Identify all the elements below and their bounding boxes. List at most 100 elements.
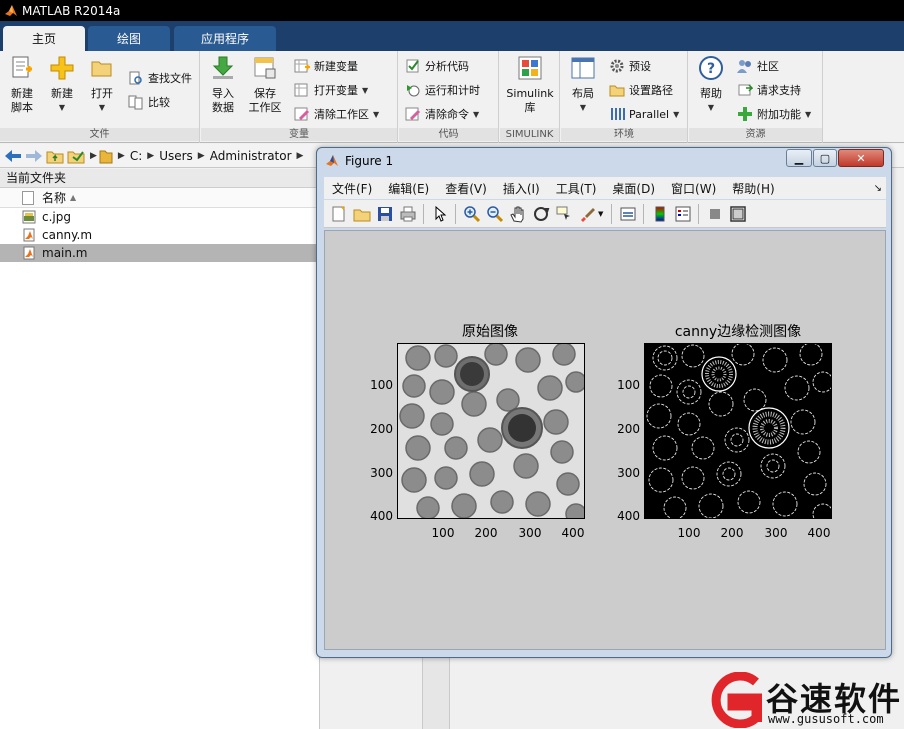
toolbar-separator <box>455 203 456 224</box>
rotate-3d-icon[interactable] <box>532 205 550 223</box>
maximize-button[interactable]: ▢ <box>813 149 837 167</box>
ribbon: 新建 脚本 新建 ▼ 打开 ▼ 查找文件 比较 文件 导入 数据 保存 工作区 … <box>0 51 904 143</box>
new-variable-button[interactable]: 新建变量 <box>294 56 358 76</box>
close-button[interactable]: ✕ <box>838 149 884 167</box>
clear-commands-button[interactable]: 清除命令 ▼ <box>405 104 479 124</box>
analyze-code-icon <box>406 59 419 73</box>
clear-workspace-label: 清除工作区 <box>314 108 369 121</box>
clear-workspace-caret: ▼ <box>373 109 380 119</box>
layout-button[interactable]: 布局 ▼ <box>563 55 603 115</box>
colorbar-icon[interactable] <box>651 205 669 223</box>
tab-apps[interactable]: 应用程序 <box>174 26 276 51</box>
find-files-button[interactable]: 查找文件 <box>128 68 192 88</box>
axes-1-original-image[interactable] <box>397 343 585 519</box>
open-file-icon[interactable] <box>353 205 371 223</box>
resources-group-label: 资源 <box>689 128 822 141</box>
brush-dropdown-caret[interactable]: ▼ <box>598 210 603 218</box>
open-button[interactable]: 打开 ▼ <box>82 55 122 115</box>
matlab-logo-icon <box>326 154 338 166</box>
simulink-library-button[interactable]: Simulink 库 <box>504 55 556 115</box>
save-icon[interactable] <box>376 205 394 223</box>
figure-title: Figure 1 <box>345 153 394 168</box>
back-arrow-icon[interactable] <box>4 148 22 164</box>
analyze-code-button[interactable]: 分析代码 <box>405 56 469 76</box>
clear-workspace-button[interactable]: 清除工作区 ▼ <box>294 104 379 124</box>
menu-view[interactable]: 查看(V) <box>445 180 487 197</box>
tab-home[interactable]: 主页 <box>3 26 85 51</box>
breadcrumb-users[interactable]: Users <box>159 149 193 163</box>
breadcrumb-drive[interactable]: C: <box>130 149 142 163</box>
new-figure-icon[interactable] <box>330 205 348 223</box>
axes-2-xtick: 300 <box>764 526 788 540</box>
save-workspace-button[interactable]: 保存 工作区 <box>245 55 285 115</box>
file-row-canny-m[interactable]: canny.m <box>0 226 319 244</box>
menu-help[interactable]: 帮助(H) <box>732 180 774 197</box>
file-row-main-m[interactable]: main.m <box>0 244 319 262</box>
name-column-header[interactable]: 名称 ▲ <box>0 188 319 208</box>
show-plot-tools-icon[interactable] <box>729 205 747 223</box>
axes-2-xtick: 200 <box>720 526 744 540</box>
open-variable-label: 打开变量 <box>314 84 358 97</box>
folder-open-icon <box>91 61 112 77</box>
code-group-label: 代码 <box>399 128 498 141</box>
parallel-button[interactable]: Parallel ▼ <box>609 104 679 124</box>
run-and-time-button[interactable]: 运行和计时 <box>405 80 480 100</box>
maximize-icon: ▢ <box>819 151 831 165</box>
new-button[interactable]: 新建 ▼ <box>42 55 82 115</box>
menu-file[interactable]: 文件(F) <box>332 180 372 197</box>
canny-edge-image <box>645 344 831 518</box>
dock-arrow-icon[interactable]: ↘ <box>874 183 882 194</box>
file-group: 新建 脚本 新建 ▼ 打开 ▼ 查找文件 比较 文件 <box>0 51 200 143</box>
file-row-c-jpg[interactable]: c.jpg <box>0 208 319 226</box>
hide-plot-tools-icon[interactable] <box>706 205 724 223</box>
help-button[interactable]: ? 帮助 ▼ <box>691 55 731 115</box>
menu-edit[interactable]: 编辑(E) <box>388 180 429 197</box>
menu-tools[interactable]: 工具(T) <box>556 180 597 197</box>
minimize-button[interactable]: ▁ <box>786 149 812 167</box>
ribbon-tab-bar: 主页 绘图 应用程序 <box>0 21 904 51</box>
menu-insert[interactable]: 插入(I) <box>503 180 540 197</box>
pan-hand-icon[interactable] <box>509 205 527 223</box>
new-plus-icon <box>50 56 74 80</box>
import-data-button[interactable]: 导入 数据 <box>203 55 243 115</box>
menu-window[interactable]: 窗口(W) <box>671 180 716 197</box>
community-button[interactable]: 社区 <box>737 56 779 76</box>
legend-icon[interactable] <box>674 205 692 223</box>
set-path-button[interactable]: 设置路径 <box>609 80 673 100</box>
open-variable-icon <box>294 83 308 97</box>
zoom-out-icon[interactable] <box>486 205 504 223</box>
request-support-button[interactable]: 请求支持 <box>737 80 801 100</box>
address-separator: ▶ <box>197 150 205 161</box>
new-script-button[interactable]: 新建 脚本 <box>2 55 42 115</box>
breadcrumb-administrator[interactable]: Administrator <box>210 149 292 163</box>
zoom-in-icon[interactable] <box>463 205 481 223</box>
preferences-button[interactable]: 预设 <box>609 56 651 76</box>
browse-folder-icon[interactable] <box>67 148 85 164</box>
figure-toolbar: ▼ <box>324 200 886 228</box>
new-script-icon <box>12 56 32 78</box>
new-variable-icon <box>294 59 310 73</box>
app-title: MATLAB R2014a <box>22 3 121 18</box>
tab-plots[interactable]: 绘图 <box>88 26 170 51</box>
clear-commands-caret: ▼ <box>473 109 480 119</box>
forward-arrow-icon[interactable] <box>25 148 43 164</box>
pointer-arrow-icon[interactable] <box>431 205 449 223</box>
address-separator: ▶ <box>117 150 125 161</box>
menu-desktop[interactable]: 桌面(D) <box>612 180 655 197</box>
data-cursor-icon[interactable] <box>555 205 573 223</box>
brush-icon[interactable] <box>578 205 596 223</box>
open-variable-button[interactable]: 打开变量 ▼ <box>294 80 368 100</box>
print-icon[interactable] <box>399 205 417 223</box>
axes-2-ytick: 100 <box>617 378 640 392</box>
add-ons-button[interactable]: 附加功能 ▼ <box>737 104 811 124</box>
community-label: 社区 <box>757 60 779 73</box>
axes-2-canny-image[interactable] <box>644 343 832 519</box>
add-ons-label: 附加功能 <box>757 108 801 121</box>
watermark: 谷速软件 www.gususoft.com <box>702 671 904 729</box>
compare-button[interactable]: 比较 <box>128 92 170 112</box>
background-scrollbar[interactable] <box>422 649 450 729</box>
link-plot-icon[interactable] <box>619 205 637 223</box>
run-and-time-label: 运行和计时 <box>425 84 480 97</box>
up-folder-icon[interactable] <box>46 148 64 164</box>
axes-2-ytick: 200 <box>617 422 640 436</box>
